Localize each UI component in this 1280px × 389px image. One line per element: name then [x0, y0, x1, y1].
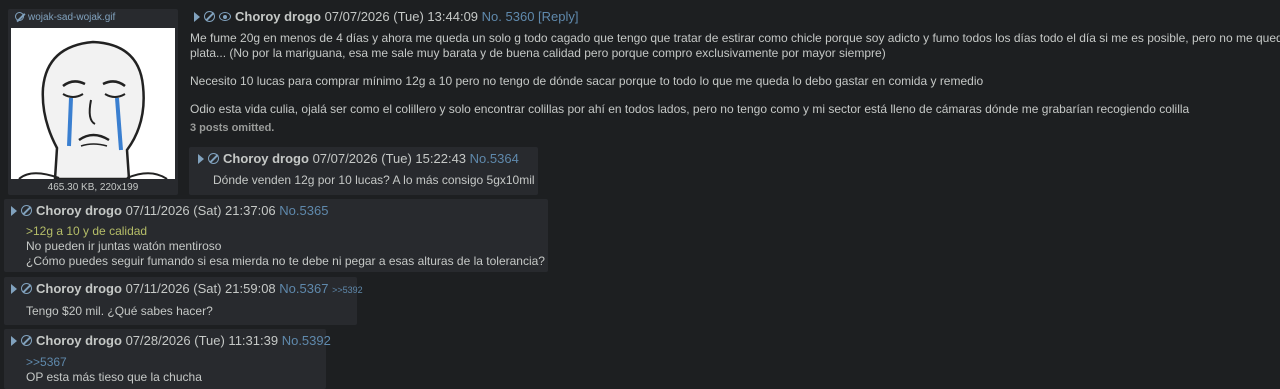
reply-line: Dónde venden 12g por 10 lucas? A lo más … [213, 173, 535, 187]
post-menu-arrow-icon[interactable] [198, 154, 204, 164]
reply-date: 07/07/2026 (Tue) 15:22:43 [312, 151, 467, 166]
reply-backlink[interactable]: >>5392 [332, 285, 363, 295]
hide-post-icon[interactable] [208, 153, 219, 164]
op-post-date: 07/07/2026 (Tue) 13:44:09 [324, 9, 479, 24]
post-menu-arrow-icon[interactable] [11, 336, 17, 346]
hide-post-icon[interactable] [204, 11, 215, 22]
reply-post-5392: Choroy drogo 07/28/2026 (Tue) 11:31:39 N… [4, 329, 331, 389]
op-poster-name: Choroy drogo [235, 9, 321, 24]
reply-post-5365: Choroy drogo 07/11/2026 (Sat) 21:37:06 N… [4, 199, 548, 272]
hide-post-icon[interactable] [21, 205, 32, 216]
reply-date: 07/11/2026 (Sat) 21:59:08 [125, 281, 276, 296]
reply-number[interactable]: No.5364 [470, 151, 519, 166]
op-paragraph-3: Odio esta vida culia, ojalá ser como el … [190, 102, 1190, 116]
omitted-posts-notice: 3 posts omitted. [190, 122, 275, 134]
reply-poster-name: Choroy drogo [36, 333, 122, 348]
reply-poster-name: Choroy drogo [36, 203, 122, 218]
reply-date: 07/11/2026 (Sat) 21:37:06 [125, 203, 276, 218]
op-paragraph-1: Me fume 20g en menos de 4 días y ahora m… [190, 31, 1280, 45]
post-menu-arrow-icon[interactable] [194, 12, 200, 22]
op-file-block: wojak-sad-wojak.gif 465.30 KB, 220x199 [8, 9, 178, 195]
op-file-link[interactable]: wojak-sad-wojak.gif [15, 12, 115, 23]
op-paragraph-1-cont: plata... (No por la mariguana, esa me sa… [190, 46, 886, 60]
reply-poster-name: Choroy drogo [36, 281, 122, 296]
op-file-name[interactable]: wojak-sad-wojak.gif [28, 12, 115, 23]
reply-poster-name: Choroy drogo [223, 151, 309, 166]
sad-wojak-image [11, 28, 175, 179]
reply-header: Choroy drogo 07/11/2026 (Sat) 21:37:06 N… [11, 203, 328, 218]
reply-number[interactable]: No.5392 [282, 333, 331, 348]
op-post-header: Choroy drogo 07/07/2026 (Tue) 13:44:09 N… [194, 9, 579, 24]
hide-post-icon[interactable] [21, 335, 32, 346]
post-menu-arrow-icon[interactable] [11, 206, 17, 216]
reply-header: Choroy drogo 07/28/2026 (Tue) 11:31:39 N… [11, 333, 331, 348]
reply-post-5367: Choroy drogo 07/11/2026 (Sat) 21:59:08 N… [4, 277, 363, 325]
op-paragraph-2: Necesito 10 lucas para comprar mínimo 12… [190, 74, 984, 88]
hide-file-icon[interactable] [15, 12, 24, 21]
reply-post-5364: Choroy drogo 07/07/2026 (Tue) 15:22:43 N… [189, 147, 538, 195]
op-thumbnail[interactable] [11, 28, 175, 179]
reply-line: No pueden ir juntas watón mentiroso [26, 239, 222, 253]
reply-line: Tengo $20 mil. ¿Qué sabes hacer? [26, 304, 213, 318]
reply-header: Choroy drogo 07/07/2026 (Tue) 15:22:43 N… [198, 151, 519, 166]
reply-date: 07/28/2026 (Tue) 11:31:39 [125, 333, 279, 348]
op-file-info: 465.30 KB, 220x199 [47, 182, 139, 193]
op-post-body: Me fume 20g en menos de 4 días y ahora m… [190, 31, 1280, 117]
reply-header: Choroy drogo 07/11/2026 (Sat) 21:59:08 N… [11, 281, 363, 296]
post-menu-arrow-icon[interactable] [11, 284, 17, 294]
quote-link[interactable]: >>5367 [26, 355, 202, 370]
watch-thread-icon[interactable] [219, 12, 231, 21]
reply-line: ¿Cómo puedes seguir fumando si esa mierd… [26, 254, 545, 268]
reply-body: >>5367 OP esta más tieso que la chucha [26, 355, 202, 385]
reply-body: >12g a 10 y de calidad No pueden ir junt… [26, 224, 545, 269]
reply-number[interactable]: No.5367 [279, 281, 328, 296]
hide-post-icon[interactable] [21, 283, 32, 294]
reply-number[interactable]: No.5365 [279, 203, 328, 218]
reply-line: OP esta más tieso que la chucha [26, 370, 202, 384]
greentext-line: >12g a 10 y de calidad [26, 224, 148, 238]
op-post-number[interactable]: No. 5360 [482, 9, 535, 24]
op-reply-link[interactable]: [Reply] [538, 9, 578, 24]
